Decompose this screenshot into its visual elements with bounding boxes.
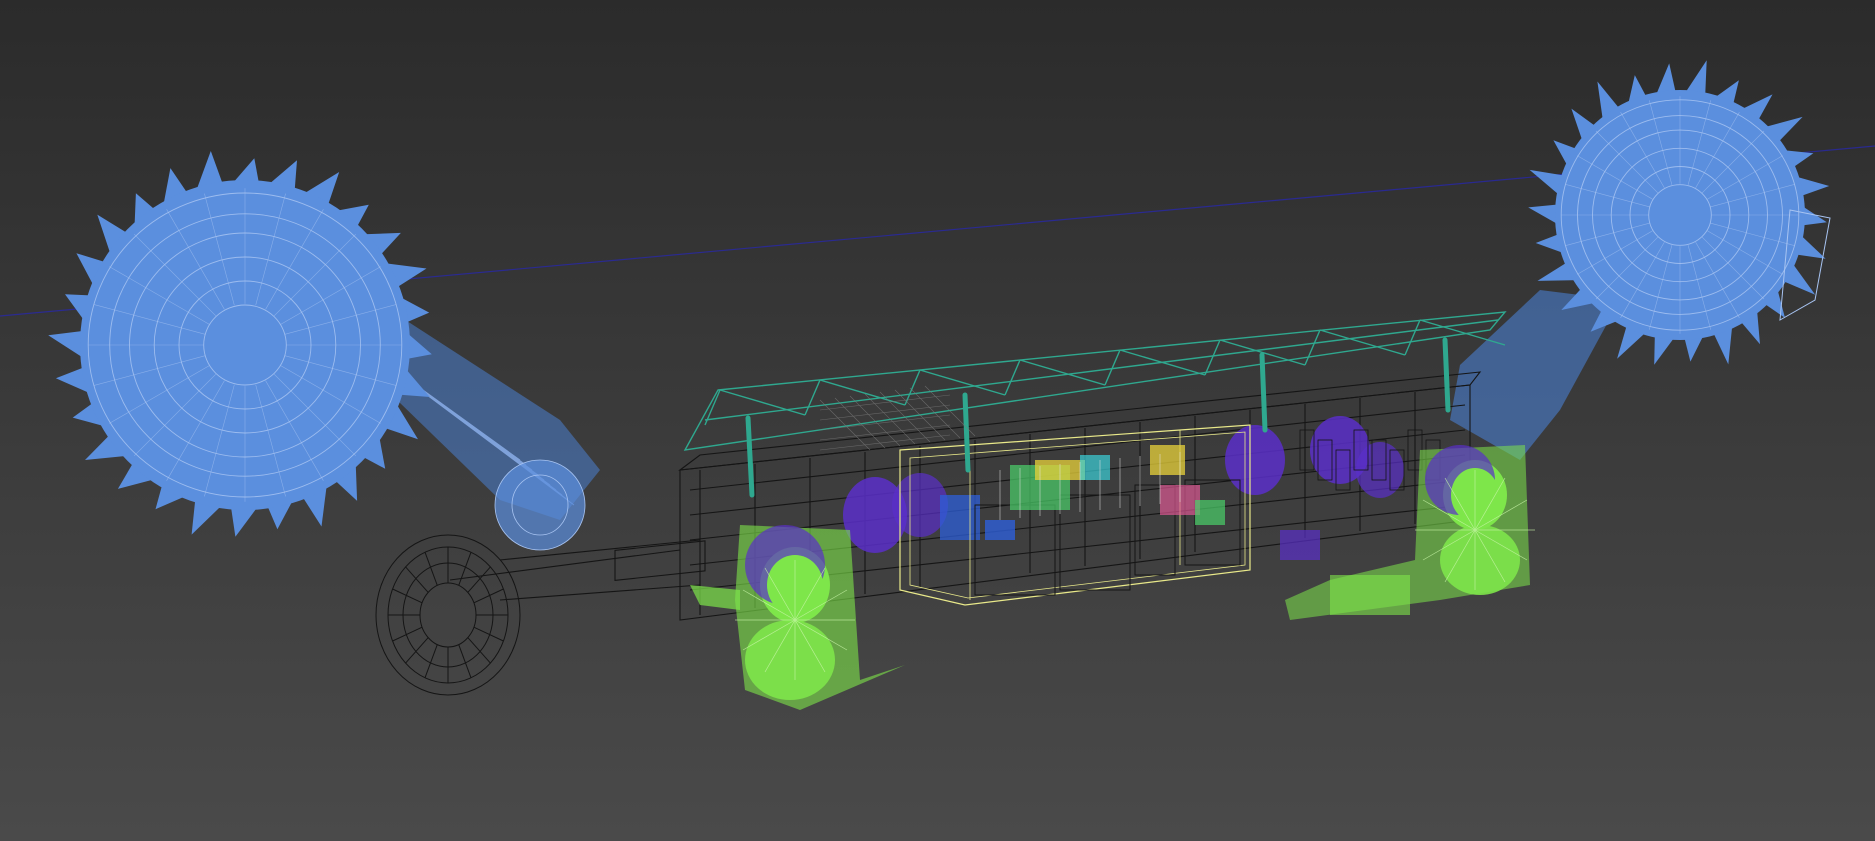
wireframe-scene[interactable] bbox=[0, 0, 1875, 841]
3d-viewport[interactable] bbox=[0, 0, 1875, 841]
